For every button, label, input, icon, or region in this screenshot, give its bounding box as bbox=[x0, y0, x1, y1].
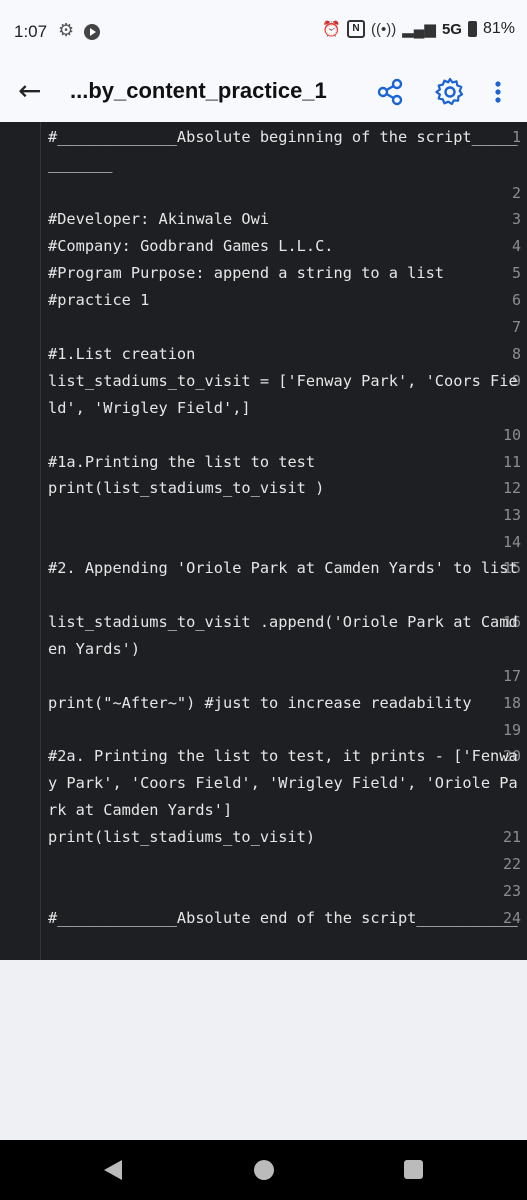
battery-percent: 81% bbox=[482, 20, 515, 37]
line-number: 7 bbox=[511, 318, 521, 336]
line-number-gutter bbox=[0, 122, 41, 960]
line-number: 23 bbox=[502, 882, 521, 900]
nav-back-icon[interactable] bbox=[104, 1160, 122, 1180]
code-line[interactable]: #Company: Godbrand Games L.L.C. bbox=[48, 233, 518, 260]
code-editor[interactable]: 1 #_____________Absolute beginning of th… bbox=[0, 122, 527, 960]
alarm-icon: ⏰ bbox=[322, 21, 342, 38]
code-line[interactable]: list_stadiums_to_visit .append('Oriole P… bbox=[48, 609, 518, 663]
code-line[interactable]: #_____________Absolute beginning of the … bbox=[48, 124, 518, 178]
signal-icon: ▂▄▆ bbox=[402, 21, 436, 38]
code-line[interactable]: #practice 1 bbox=[48, 287, 518, 314]
line-number: 14 bbox=[502, 533, 521, 551]
code-line[interactable]: list_stadiums_to_visit = ['Fenway Park',… bbox=[48, 368, 518, 422]
back-arrow-icon[interactable]: ← bbox=[18, 74, 41, 108]
system-nav-bar bbox=[0, 1140, 527, 1200]
code-line[interactable]: #2a. Printing the list to test, it print… bbox=[48, 743, 518, 824]
code-line[interactable]: #Developer: Akinwale Owi bbox=[48, 206, 518, 233]
line-number: 13 bbox=[502, 506, 521, 524]
line-number: 17 bbox=[502, 667, 521, 685]
nav-home-icon[interactable] bbox=[254, 1160, 274, 1180]
code-line[interactable]: print(list_stadiums_to_visit) bbox=[48, 824, 518, 851]
status-right-group: ⏰ N ((•)) ▂▄▆ 5G 81% bbox=[322, 20, 515, 38]
more-vert-icon[interactable] bbox=[488, 76, 508, 108]
line-number: 2 bbox=[511, 184, 521, 202]
app-bar: ← ...by_content_practice_1 bbox=[0, 62, 527, 122]
settings-icon[interactable] bbox=[434, 76, 466, 108]
code-line[interactable]: print("~After~") #just to increase reada… bbox=[48, 690, 518, 717]
nav-recents-icon[interactable] bbox=[404, 1160, 423, 1179]
code-line[interactable]: print(list_stadiums_to_visit ) bbox=[48, 475, 518, 502]
code-line[interactable]: #1a.Printing the list to test bbox=[48, 449, 518, 476]
share-icon[interactable] bbox=[374, 76, 406, 108]
hotspot-icon: ((•)) bbox=[371, 20, 397, 38]
network-type: 5G bbox=[441, 20, 462, 38]
nfc-icon: N bbox=[347, 20, 366, 38]
code-line[interactable]: #2. Appending 'Oriole Park at Camden Yar… bbox=[48, 555, 518, 582]
page-title: ...by_content_practice_1 bbox=[70, 78, 327, 103]
line-number: 22 bbox=[502, 855, 521, 873]
code-line[interactable]: #1.List creation bbox=[48, 341, 518, 368]
battery-icon bbox=[467, 21, 477, 37]
status-time: 1:07 bbox=[14, 22, 48, 41]
line-number: 10 bbox=[502, 426, 521, 444]
settings-gear-status-icon: ⚙ bbox=[58, 20, 75, 41]
line-number: 19 bbox=[502, 721, 521, 739]
code-line[interactable]: #Program Purpose: append a string to a l… bbox=[48, 260, 518, 287]
play-status-icon bbox=[84, 24, 100, 40]
status-bar: 1:07 ⚙ ⏰ N ((•)) ▂▄▆ 5G 81% bbox=[0, 0, 527, 62]
code-line[interactable]: #_____________Absolute end of the script… bbox=[48, 905, 518, 932]
